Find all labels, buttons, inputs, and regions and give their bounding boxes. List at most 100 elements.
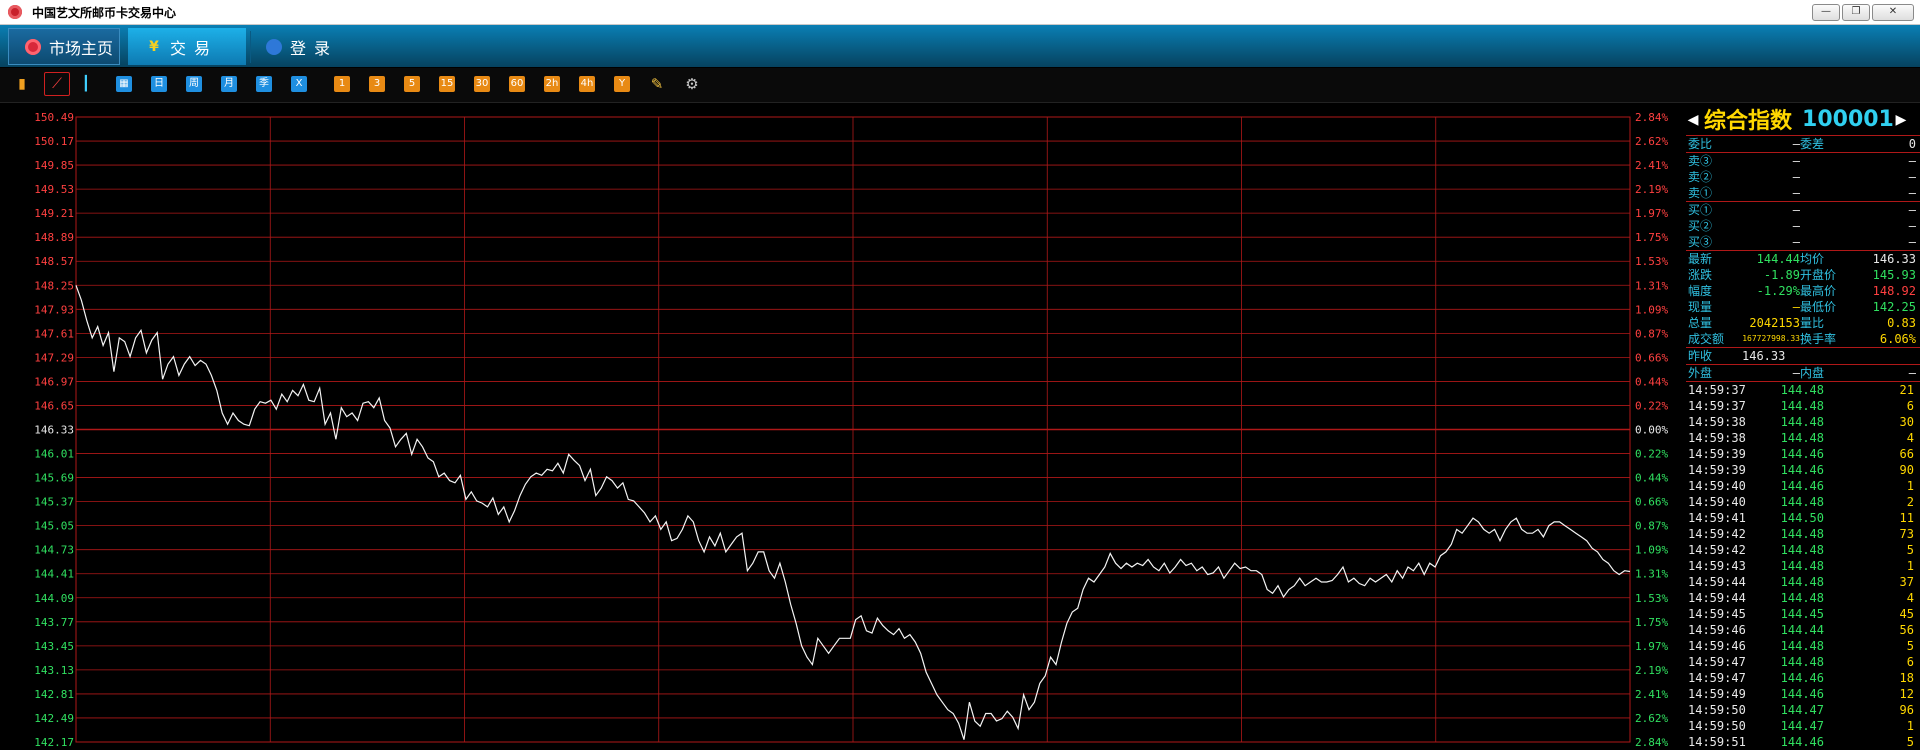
tab-trade[interactable]: ¥ 交易 (128, 28, 246, 65)
sell-price: — (1792, 154, 1800, 168)
draw-icon[interactable]: ✎ (649, 76, 665, 92)
tick-time: 14:59:46 (1688, 639, 1746, 653)
sell-orders: 卖③ — — 卖② — — 卖① — — (1686, 153, 1920, 202)
buy-price: — (1792, 203, 1800, 217)
tick-price: 144.50 (1780, 511, 1824, 525)
period-5-button[interactable]: X (291, 76, 307, 92)
weibi-section: 委比 — 委差 0 (1686, 136, 1920, 153)
close-button[interactable]: ✕ (1872, 4, 1914, 21)
tick-volume: 1 (1906, 559, 1914, 573)
period-3-button[interactable]: 月 (221, 76, 237, 92)
y-tick-label: 147.61 (34, 327, 74, 340)
tick-volume: 37 (1899, 575, 1914, 589)
pct-tick-label: 0.22% (1635, 448, 1668, 461)
tick-time: 14:59:47 (1688, 655, 1746, 669)
stat-label-2: 均价 (1800, 252, 1825, 266)
interval-6-button[interactable]: 2h (544, 76, 560, 92)
prev-close-value: 146.33 (1742, 349, 1786, 363)
tick-row: 14:59:42 144.48 5 (1686, 542, 1920, 558)
tick-volume: 45 (1899, 607, 1914, 621)
chart-toolbar: ▮ ⟋ ┃ ▦ 日 周 月 季 X 1 3 5 15 30 60 2h 4h Y ✎ ⚙ (0, 68, 1920, 103)
interval-3-button[interactable]: 15 (439, 76, 455, 92)
pct-tick-label: 0.22% (1635, 399, 1668, 412)
tab-market-home[interactable]: 市场主页 (8, 28, 120, 65)
minimize-button[interactable]: — (1812, 4, 1840, 21)
period-4-button[interactable]: 季 (256, 76, 272, 92)
outer-inner-section: 外盘 — 内盘 — (1686, 365, 1920, 382)
interval-7-button[interactable]: 4h (579, 76, 595, 92)
tab-login[interactable]: 登录 (262, 28, 366, 65)
interval-0-button[interactable]: 1 (334, 76, 350, 92)
tick-time: 14:59:43 (1688, 559, 1746, 573)
candlestick-view-button[interactable]: ┃ (78, 76, 94, 92)
y-tick-label: 149.21 (34, 207, 74, 220)
tick-row: 14:59:46 144.44 56 (1686, 622, 1920, 638)
y-tick-label: 146.01 (34, 448, 74, 461)
stat-label: 总量 (1688, 316, 1713, 330)
tick-price: 144.48 (1780, 399, 1824, 413)
calendar-icon[interactable]: ▦ (116, 76, 132, 92)
buy-label: 买① (1688, 203, 1713, 217)
tick-price: 144.48 (1780, 383, 1824, 397)
weicha-label: 委差 (1800, 137, 1825, 151)
tick-price: 144.48 (1780, 527, 1824, 541)
interval-1-button[interactable]: 3 (369, 76, 385, 92)
maximize-button[interactable]: ❐ (1842, 4, 1870, 21)
sell-price: — (1792, 170, 1800, 184)
prev-arrow-icon[interactable]: ◀ (1686, 109, 1700, 130)
period-1-button[interactable]: 日 (151, 76, 167, 92)
index-name: 综合指数 (1704, 109, 1793, 134)
stat-value: -1.89 (1763, 268, 1800, 282)
sell-row: 卖③ — — (1686, 153, 1920, 169)
pct-tick-label: 1.97% (1635, 640, 1668, 653)
tick-time: 14:59:39 (1688, 463, 1746, 477)
tick-price: 144.48 (1780, 655, 1824, 669)
buy-label: 买② (1688, 219, 1713, 233)
tick-price: 144.48 (1780, 415, 1824, 429)
tick-row: 14:59:42 144.48 73 (1686, 526, 1920, 542)
inner-value: — (1908, 366, 1916, 380)
tick-row: 14:59:43 144.48 1 (1686, 558, 1920, 574)
settings-icon[interactable]: ⚙ (684, 76, 700, 92)
line-chart-view-button[interactable]: ⟋ (44, 72, 70, 96)
tick-volume: 73 (1899, 527, 1914, 541)
y-tick-label: 145.69 (34, 472, 74, 485)
pct-tick-label: 2.62% (1635, 135, 1668, 148)
pct-tick-label: 0.44% (1635, 472, 1668, 485)
interval-2-button[interactable]: 5 (404, 76, 420, 92)
next-arrow-icon[interactable]: ▶ (1894, 109, 1908, 130)
bar-chart-view-button[interactable]: ▮ (14, 76, 30, 92)
buy-volume: — (1908, 203, 1916, 217)
sell-label: 卖① (1688, 186, 1713, 200)
tick-price: 144.47 (1780, 719, 1824, 733)
outer-label: 外盘 (1688, 366, 1713, 380)
y-tick-label: 144.41 (34, 568, 74, 581)
y-tick-label: 146.65 (34, 399, 74, 412)
interval-8-button[interactable]: Y (614, 76, 630, 92)
tick-time: 14:59:40 (1688, 495, 1746, 509)
interval-5-button[interactable]: 60 (509, 76, 525, 92)
stat-value-2: 145.93 (1872, 268, 1916, 282)
tick-list[interactable]: 14:59:37 144.48 21 14:59:37 144.48 6 14:59:38 1… (1686, 382, 1920, 750)
tick-time: 14:59:37 (1688, 383, 1746, 397)
y-tick-label: 146.33 (34, 424, 74, 437)
intraday-chart-svg: 150.49 2.84% 150.17 2.62% 149.85 2.41% 149.53 2… (34, 111, 1668, 748)
tick-row: 14:59:44 144.48 4 (1686, 590, 1920, 606)
tick-row: 14:59:38 144.48 4 (1686, 430, 1920, 446)
buy-label: 买③ (1688, 235, 1713, 249)
tick-time: 14:59:50 (1688, 719, 1746, 733)
outer-inner-row: 外盘 — 内盘 — (1686, 365, 1920, 381)
weibi-label: 委比 (1688, 137, 1713, 151)
tick-time: 14:59:42 (1688, 543, 1746, 557)
interval-4-button[interactable]: 30 (474, 76, 490, 92)
sell-label: 卖③ (1688, 154, 1713, 168)
buy-volume: — (1908, 219, 1916, 233)
tick-volume: 6 (1906, 399, 1914, 413)
y-tick-label: 144.09 (34, 592, 74, 605)
tick-row: 14:59:47 144.46 18 (1686, 670, 1920, 686)
tick-price: 144.46 (1780, 463, 1824, 477)
tick-price: 144.48 (1780, 591, 1824, 605)
period-2-button[interactable]: 周 (186, 76, 202, 92)
tick-time: 14:59:39 (1688, 447, 1746, 461)
intraday-chart[interactable]: 150.49 2.84% 150.17 2.62% 149.85 2.41% 149.53 2… (0, 103, 1686, 748)
